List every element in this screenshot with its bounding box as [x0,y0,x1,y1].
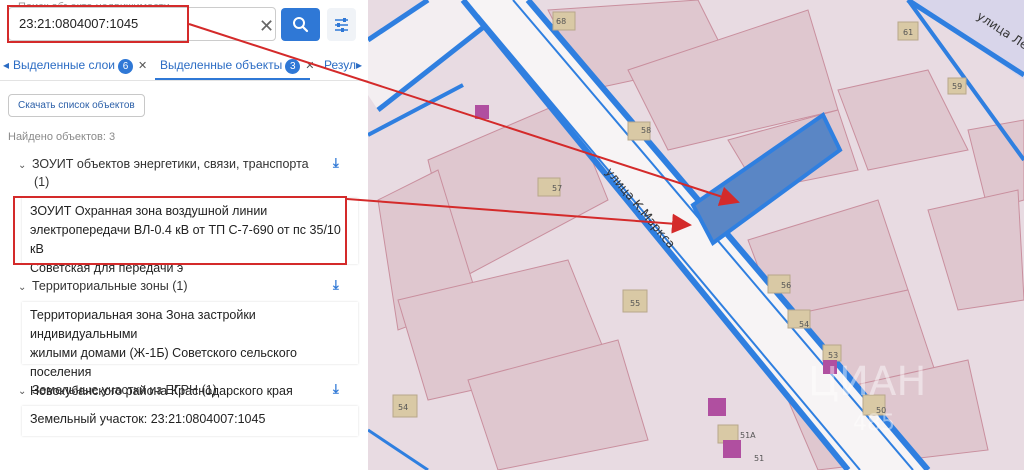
house-number: 54 [398,403,408,412]
house-number: 51A [740,431,756,440]
clear-search-icon[interactable]: ✕ [259,17,274,35]
group-title: ЗОУИТ объектов энергетики, связи, трансп… [32,157,309,171]
watermark-code: 485 [853,411,895,436]
item-highlight-box [13,196,347,265]
group-title: Территориальные зоны (1) [32,279,188,293]
tab-label: Выделенные объекты [160,58,283,72]
house-number: 58 [641,126,651,135]
house-number: 55 [630,299,640,308]
close-icon[interactable]: ✕ [305,60,314,72]
filter-button[interactable] [327,8,356,41]
tabs-divider [0,80,368,81]
house-number: 61 [903,28,913,37]
download-list-button[interactable]: Скачать список объектов [8,94,145,117]
tab-selected-layers[interactable]: Выделенные слои 6 ✕ [13,58,147,74]
group-territorial[interactable]: ⌄ Территориальные зоны (1) [18,279,188,293]
group-land-plots[interactable]: ⌄ Земельные участки из ЕГРН (1) [18,383,217,397]
search-icon [293,17,309,33]
list-item[interactable]: Земельный участок: 23:21:0804007:1045 [22,406,358,436]
search-highlight-box [7,5,189,43]
filter-settings-icon [335,18,348,32]
tab-label: Резул [324,58,356,72]
download-icon[interactable]: ⤓ [333,155,339,171]
item-line: Земельный участок: 23:21:0804007:1045 [30,412,266,426]
chevron-down-icon: ⌄ [18,160,27,171]
search-button[interactable] [281,8,320,41]
item-line: Территориальная зона Зона застройки инди… [30,308,256,341]
watermark: ЦИАН [808,359,926,405]
tabs-bar: ◂ Выделенные слои 6 ✕ Выделенные объекты 3 ✕… [0,56,368,78]
house-number: 51 [754,454,764,463]
download-icon[interactable]: ⤓ [333,381,339,397]
chevron-down-icon: ⌄ [18,386,27,397]
search-panel: Поиск объекта недвижимости ✕ ◂ Выделенны… [0,0,368,470]
tabs-scroll-right-icon[interactable]: ▸ [356,58,362,72]
tab-selected-objects[interactable]: Выделенные объекты 3 ✕ [160,58,315,74]
tab-badge: 3 [285,59,301,74]
house-number: 54 [799,320,809,329]
tab-results[interactable]: Резул [324,58,356,72]
chevron-down-icon: ⌄ [18,282,27,293]
tab-label: Выделенные слои [13,58,115,72]
list-item[interactable]: Территориальная зона Зона застройки инди… [22,302,358,398]
item-line: жилыми домами (Ж-1Б) Советского сельског… [30,346,297,379]
found-count: Найдено объектов: 3 [8,131,116,143]
house-number: 59 [952,82,962,91]
group-zouit[interactable]: ⌄ ЗОУИТ объектов энергетики, связи, транс… [18,157,309,171]
group-title: Земельные участки из ЕГРН (1) [32,383,217,397]
map-view[interactable]: 68 61 59 58 57 56 55 54 53 54 51A 51 50 … [368,0,1024,470]
tabs-scroll-left-icon[interactable]: ◂ [3,58,9,72]
tab-badge: 6 [117,59,133,74]
house-number: 57 [552,184,562,193]
close-icon[interactable]: ✕ [138,60,147,72]
house-number: 68 [556,17,566,26]
house-number: 56 [781,281,791,290]
download-icon[interactable]: ⤓ [333,277,339,293]
group-count: (1) [34,175,50,189]
map-canvas[interactable]: 68 61 59 58 57 56 55 54 53 54 51A 51 50 … [368,0,1024,470]
